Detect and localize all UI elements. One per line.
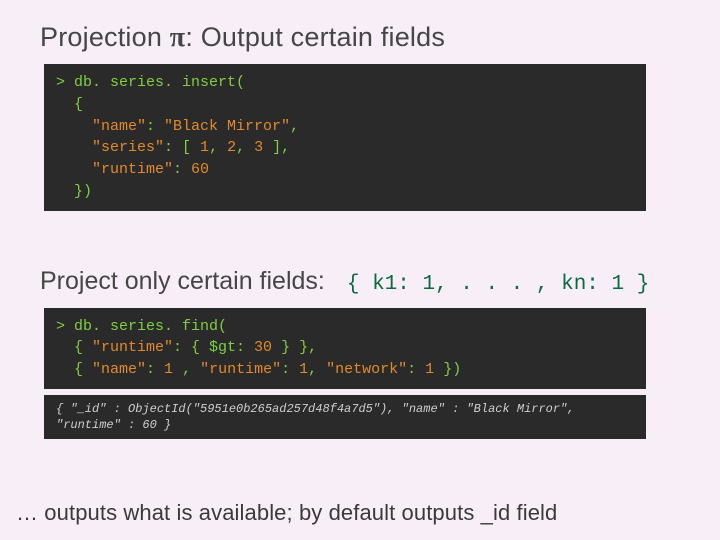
code-sep: ,: [236, 139, 254, 156]
code-sep: :: [146, 361, 164, 378]
code-key: "name": [56, 118, 146, 135]
code-key: "runtime": [56, 161, 173, 178]
code-num: 1: [299, 361, 308, 378]
output-block: { "_id" : ObjectId("5951e0b265ad257d48f4…: [44, 395, 646, 439]
code-sep: : { $gt:: [173, 339, 254, 356]
code-num: 60: [191, 161, 209, 178]
code-sep: :: [146, 118, 164, 135]
code-sep: ,: [308, 361, 326, 378]
code-line: }): [56, 183, 92, 200]
code-block-find: > db. series. find( { "runtime": { $gt: …: [44, 308, 646, 389]
code-num: 30: [254, 339, 272, 356]
footnote: … outputs what is available; by default …: [16, 500, 557, 526]
code-sep: :: [407, 361, 425, 378]
prompt: >: [56, 318, 65, 335]
code-sep: {: [56, 339, 92, 356]
projection-signature: { k1: 1, . . . , kn: 1 }: [347, 273, 649, 296]
code-sep: } },: [272, 339, 317, 356]
prompt: >: [56, 74, 65, 91]
footnote-id: _id: [481, 500, 511, 525]
code-sep: :: [173, 161, 191, 178]
code-key: "runtime": [92, 339, 173, 356]
mid-row: Project only certain fields: { k1: 1, . …: [40, 267, 688, 296]
code-sep: }): [434, 361, 461, 378]
code-sep: {: [56, 361, 92, 378]
code-sep: ],: [263, 139, 290, 156]
code-sep: : [: [164, 139, 200, 156]
code-block-insert: > db. series. insert( { "name": "Black M…: [44, 64, 646, 211]
subheading: Project only certain fields:: [40, 267, 325, 296]
title-prefix: Projection: [40, 22, 170, 52]
code-sep: ,: [290, 118, 299, 135]
pi-symbol: π: [170, 22, 186, 53]
code-num: 1: [164, 361, 173, 378]
code-num: 1: [200, 139, 209, 156]
code-line: db. series. insert(: [74, 74, 245, 91]
title-suffix: : Output certain fields: [185, 22, 445, 52]
code-num: 3: [254, 139, 263, 156]
code-key: "name": [92, 361, 146, 378]
code-line: db. series. find(: [74, 318, 227, 335]
code-key: "network": [326, 361, 407, 378]
code-key: "series": [56, 139, 164, 156]
code-sep: ,: [173, 361, 200, 378]
code-sep: ,: [209, 139, 227, 156]
code-line: {: [56, 96, 83, 113]
code-str: "Black Mirror": [164, 118, 290, 135]
code-num: 1: [425, 361, 434, 378]
code-sep: :: [281, 361, 299, 378]
slide-title: Projection π: Output certain fields: [40, 22, 688, 54]
footnote-suffix: field: [510, 500, 557, 525]
code-num: 2: [227, 139, 236, 156]
code-key: "runtime": [200, 361, 281, 378]
footnote-prefix: … outputs what is available; by default …: [16, 500, 481, 525]
slide: Projection π: Output certain fields > db…: [0, 0, 720, 540]
